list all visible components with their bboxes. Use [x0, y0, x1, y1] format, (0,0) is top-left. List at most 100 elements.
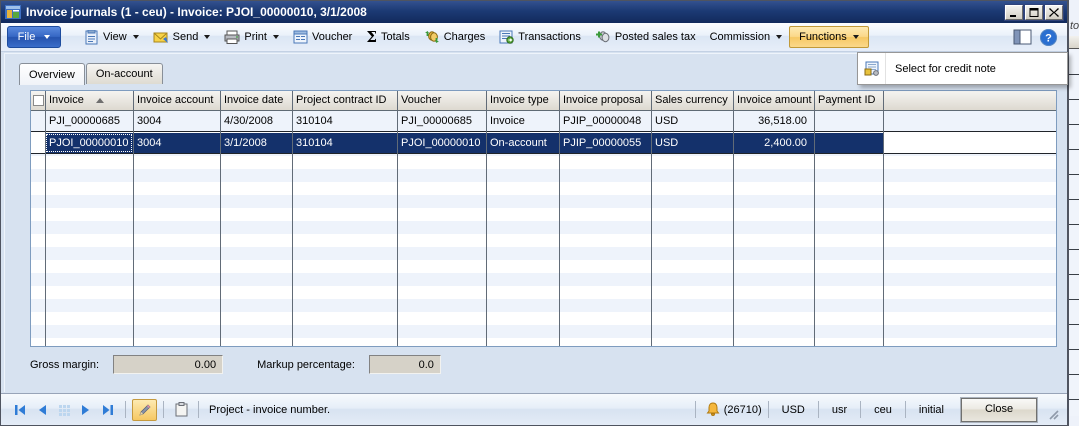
maximize-button[interactable]	[1025, 5, 1043, 20]
transactions-button[interactable]: Transactions	[492, 26, 588, 48]
cell-invoice[interactable]: PJI_00000685	[45, 111, 133, 131]
column-header-sales-currency[interactable]: Sales currency	[651, 91, 733, 110]
help-icon[interactable]: ?	[1040, 29, 1057, 46]
cell-invoice-account[interactable]: 3004	[133, 111, 220, 131]
nav-grid-button[interactable]	[53, 400, 75, 420]
minimize-button[interactable]	[1005, 5, 1023, 20]
menu-item-select-for-credit-note[interactable]: Select for credit note	[858, 53, 1067, 84]
file-menu-button[interactable]: File	[7, 26, 61, 48]
column-header-invoice[interactable]: Invoice	[45, 91, 133, 110]
cell-invoice-date[interactable]: 3/1/2008	[220, 133, 292, 153]
voucher-icon	[293, 30, 308, 44]
status-user[interactable]: usr	[825, 404, 854, 416]
transactions-icon	[499, 30, 514, 44]
gross-margin-field[interactable]: 0.00	[113, 355, 223, 374]
maximize-icon	[1029, 8, 1039, 17]
functions-dropdown-menu: Select for credit note	[857, 52, 1068, 85]
column-header-payment-id[interactable]: Payment ID	[814, 91, 883, 110]
svg-text:?: ?	[1045, 32, 1052, 44]
app-icon	[5, 5, 21, 19]
send-menu-button[interactable]: Send	[146, 27, 218, 48]
sort-ascending-icon	[96, 98, 104, 103]
background-grid-header	[1068, 36, 1079, 49]
commission-menu-button[interactable]: Commission	[703, 27, 790, 47]
cell-payment-id[interactable]	[814, 111, 883, 131]
voucher-button[interactable]: Voucher	[286, 26, 359, 48]
cell-payment-id[interactable]	[814, 133, 883, 153]
table-row[interactable]: PJI_00000685 3004 4/30/2008 310104 PJI_0…	[31, 111, 1056, 132]
posted-sales-tax-button[interactable]: Posted sales tax	[588, 26, 703, 48]
chevron-down-icon	[853, 35, 859, 39]
charges-icon	[424, 30, 440, 44]
close-window-button[interactable]	[1045, 5, 1063, 20]
cell-sales-currency[interactable]: USD	[651, 133, 733, 153]
cell-project-contract-id[interactable]: 310104	[292, 111, 397, 131]
cell-invoice-type[interactable]: Invoice	[486, 111, 559, 131]
totals-button[interactable]: Σ Totals	[359, 27, 416, 48]
charges-button[interactable]: Charges	[417, 26, 493, 48]
tab-overview[interactable]: Overview	[19, 63, 85, 85]
status-layer[interactable]: initial	[912, 404, 951, 416]
cell-invoice-date[interactable]: 4/30/2008	[220, 111, 292, 131]
title-bar: Invoice journals (1 - ceu) - Invoice: PJ…	[1, 1, 1067, 23]
background-text-fragment: to	[1070, 20, 1079, 32]
file-menu-label: File	[18, 31, 36, 43]
close-icon	[1049, 8, 1059, 17]
cell-invoice-type[interactable]: On-account	[486, 133, 559, 153]
nav-next-button[interactable]	[75, 400, 97, 420]
cell-voucher[interactable]: PJI_00000685	[397, 111, 486, 131]
column-header-project-contract-id[interactable]: Project contract ID	[292, 91, 397, 110]
nav-first-icon	[13, 404, 27, 416]
posted-sales-tax-icon	[595, 30, 611, 44]
cell-invoice-amount[interactable]: 36,518.00	[733, 111, 814, 131]
column-header-invoice-date[interactable]: Invoice date	[220, 91, 292, 110]
column-header-invoice-account[interactable]: Invoice account	[133, 91, 220, 110]
cell-invoice[interactable]: PJOI_00000010	[45, 133, 133, 153]
resize-grip[interactable]	[1047, 408, 1059, 420]
print-menu-label: Print	[244, 31, 267, 43]
chevron-down-icon	[273, 35, 279, 39]
tab-on-account[interactable]: On-account	[86, 63, 163, 84]
cell-invoice-account[interactable]: 3004	[133, 133, 220, 153]
transactions-label: Transactions	[518, 31, 581, 43]
chevron-down-icon	[44, 35, 50, 39]
column-header-invoice-amount[interactable]: Invoice amount	[733, 91, 814, 110]
view-icon	[84, 30, 99, 45]
status-company[interactable]: ceu	[867, 404, 899, 416]
print-icon	[224, 30, 240, 44]
close-button[interactable]: Close	[961, 398, 1037, 422]
attachments-button[interactable]	[170, 400, 192, 420]
nav-previous-button[interactable]	[31, 400, 53, 420]
column-header-invoice-proposal[interactable]: Invoice proposal	[559, 91, 651, 110]
view-menu-button[interactable]: View	[77, 26, 146, 49]
status-currency[interactable]: USD	[775, 404, 812, 416]
cell-voucher[interactable]: PJOI_00000010	[397, 133, 486, 153]
markup-percentage-label: Markup percentage:	[257, 359, 355, 371]
invoice-grid: Invoice Invoice account Invoice date Pro…	[30, 90, 1057, 347]
nav-last-button[interactable]	[97, 400, 119, 420]
column-header-invoice-type[interactable]: Invoice type	[486, 91, 559, 110]
layout-pane-icon[interactable]	[1013, 29, 1032, 45]
cell-sales-currency[interactable]: USD	[651, 111, 733, 131]
select-all-checkbox[interactable]	[33, 95, 44, 106]
cell-invoice-proposal[interactable]: PJIP_00000055	[559, 133, 651, 153]
voucher-label: Voucher	[312, 31, 352, 43]
cell-invoice-proposal[interactable]: PJIP_00000048	[559, 111, 651, 131]
functions-menu-button[interactable]: Functions	[789, 26, 869, 48]
status-message: Project - invoice number.	[209, 404, 330, 416]
print-menu-button[interactable]: Print	[217, 26, 286, 48]
nav-grid-icon	[58, 404, 71, 416]
cell-invoice-amount[interactable]: 2,400.00	[733, 133, 814, 153]
clipboard-icon	[175, 402, 188, 417]
column-header-voucher[interactable]: Voucher	[397, 91, 486, 110]
cell-project-contract-id[interactable]: 310104	[292, 133, 397, 153]
send-menu-label: Send	[173, 31, 199, 43]
markup-percentage-field[interactable]: 0.0	[369, 355, 441, 374]
invoice-journals-window: Invoice journals (1 - ceu) - Invoice: PJ…	[0, 0, 1069, 426]
table-row-selected[interactable]: PJOI_00000010 3004 3/1/2008 310104 PJOI_…	[31, 133, 1056, 154]
commission-label: Commission	[710, 31, 771, 43]
nav-first-button[interactable]	[9, 400, 31, 420]
alerts-button[interactable]	[702, 400, 724, 420]
edit-mode-button[interactable]	[132, 399, 157, 421]
tab-on-account-label: On-account	[96, 68, 153, 80]
